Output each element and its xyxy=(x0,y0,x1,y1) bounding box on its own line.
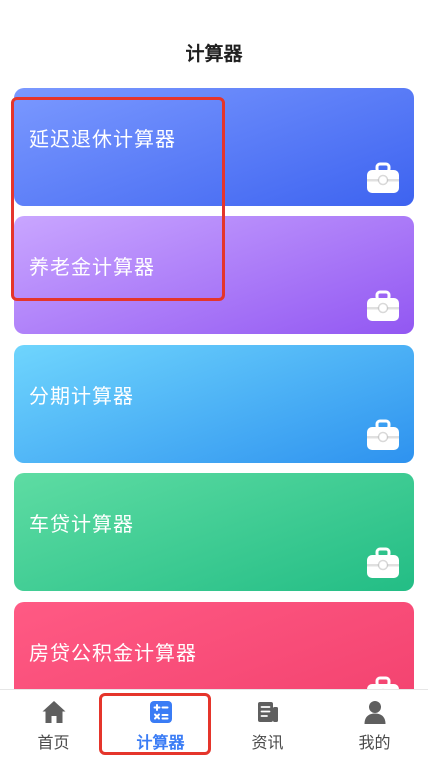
tab-label: 首页 xyxy=(37,733,70,752)
card-installment-calculator[interactable]: 分期计算器 xyxy=(14,345,414,463)
card-pension-calculator[interactable]: 养老金计算器 xyxy=(14,216,414,334)
card-delayed-retirement-calculator[interactable]: 延迟退休计算器 xyxy=(14,88,414,206)
page-title: 计算器 xyxy=(185,43,243,65)
calculator-icon xyxy=(150,701,172,723)
briefcase-icon xyxy=(367,676,399,689)
tab-label: 资讯 xyxy=(251,733,284,752)
tab-home[interactable]: 首页 xyxy=(0,690,107,762)
card-label: 车贷计算器 xyxy=(29,512,134,536)
briefcase-icon xyxy=(367,547,399,578)
card-label: 延迟退休计算器 xyxy=(29,127,176,151)
bottom-tab-bar: 首页 计算器 资讯 我的 xyxy=(0,689,428,761)
card-label: 养老金计算器 xyxy=(29,255,155,279)
briefcase-icon xyxy=(367,162,399,193)
header-bar: 计算器 xyxy=(0,0,428,80)
card-label: 分期计算器 xyxy=(29,384,134,408)
calculator-card-list: 延迟退休计算器 养老金计算器 分期计算器 车贷计算器 房贷公积金计算器 xyxy=(14,88,414,689)
card-car-loan-calculator[interactable]: 车贷计算器 xyxy=(14,473,414,591)
briefcase-icon xyxy=(367,290,399,321)
tab-label: 我的 xyxy=(358,733,391,752)
user-icon xyxy=(364,701,386,724)
briefcase-icon xyxy=(367,419,399,450)
tab-mine[interactable]: 我的 xyxy=(321,690,428,762)
tab-label: 计算器 xyxy=(136,733,185,752)
tab-calculator[interactable]: 计算器 xyxy=(107,690,214,762)
card-mortgage-provident-fund-calculator[interactable]: 房贷公积金计算器 xyxy=(14,602,414,689)
tab-news[interactable]: 资讯 xyxy=(214,690,321,762)
news-icon xyxy=(258,702,278,722)
home-icon xyxy=(42,701,66,723)
card-label: 房贷公积金计算器 xyxy=(29,641,197,665)
